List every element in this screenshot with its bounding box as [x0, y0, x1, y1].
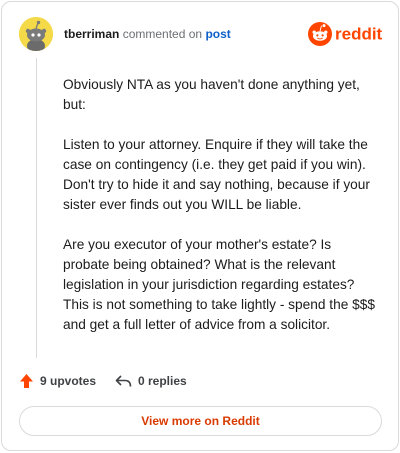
- reddit-logo[interactable]: reddit: [308, 19, 382, 49]
- comment-card: tberriman commented on post reddit Obvio…: [1, 1, 399, 451]
- comment-header: tberriman commented on post reddit: [19, 17, 382, 53]
- view-more-button[interactable]: View more on Reddit: [19, 406, 382, 436]
- author-name[interactable]: tberriman: [64, 27, 119, 41]
- post-link[interactable]: post: [205, 27, 230, 41]
- upvote-count: 9 upvotes: [40, 374, 97, 388]
- reddit-logo-icon: reddit: [308, 22, 382, 46]
- comment-paragraph: Obviously NTA as you haven't done anythi…: [63, 77, 360, 112]
- upvote-arrow-icon: [20, 374, 33, 388]
- upvote-button[interactable]: 9 upvotes: [19, 370, 96, 392]
- avatar[interactable]: [19, 17, 53, 51]
- action-text: commented on: [122, 27, 203, 41]
- comment-meta: tberriman commented on post: [64, 27, 231, 41]
- comment-paragraph: Are you executor of your mother's estate…: [63, 237, 375, 332]
- thread-line: [36, 58, 37, 358]
- comment-actions: 9 upvotes 0 replies: [19, 370, 382, 392]
- reddit-wordmark: reddit: [335, 25, 382, 44]
- snoo-avatar-icon: [19, 17, 53, 51]
- comment-paragraph: Listen to your attorney. Enquire if they…: [63, 137, 370, 212]
- reply-button[interactable]: 0 replies: [115, 370, 187, 392]
- comment-body: Obviously NTA as you haven't done anythi…: [63, 75, 378, 355]
- reply-arrow-icon: [115, 375, 132, 387]
- reply-count: 0 replies: [138, 374, 187, 388]
